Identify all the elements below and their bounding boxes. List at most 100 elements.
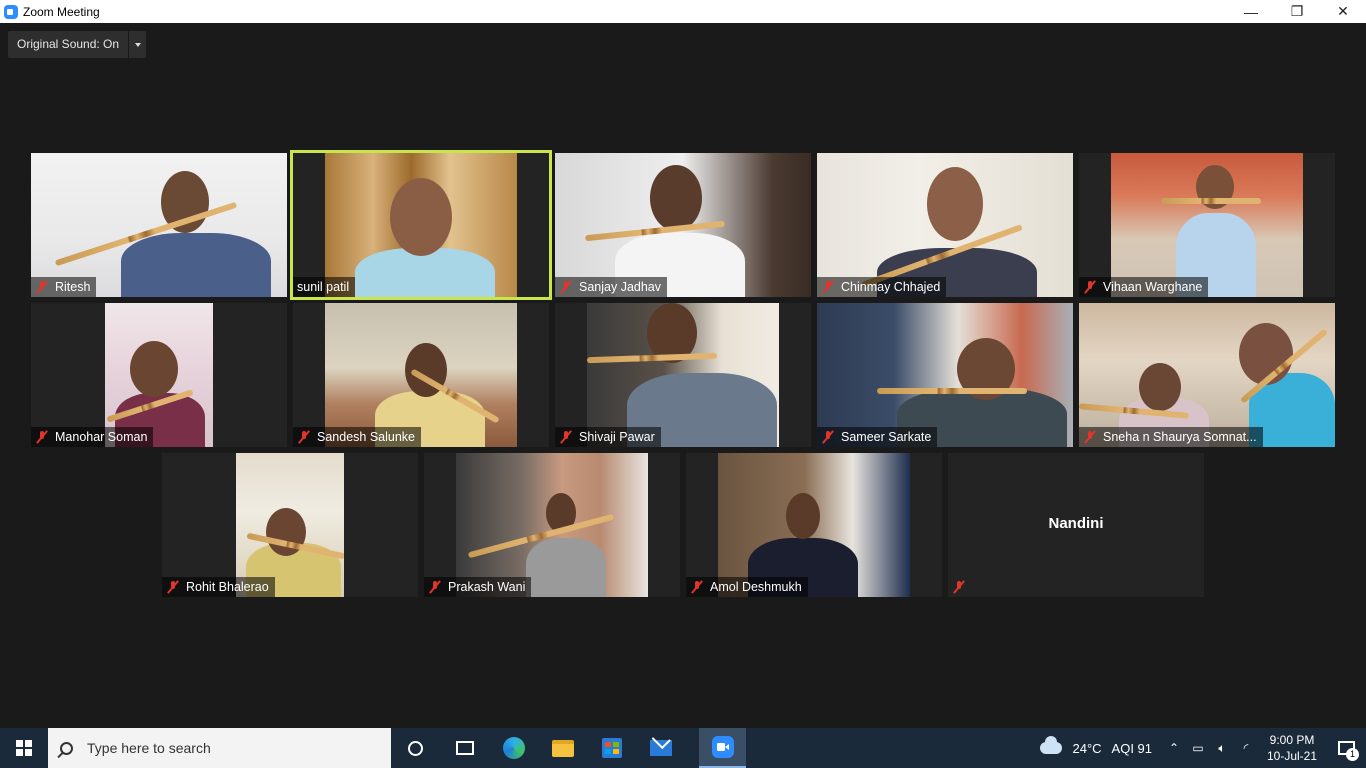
participant-name-bar: Sneha n Shaurya Somnat... [1079,427,1263,447]
clock-date: 10-Jul-21 [1266,749,1318,763]
battery-icon[interactable]: ▭ [1189,728,1207,768]
video-tile[interactable]: Amol Deshmukh [686,453,942,597]
participant-name-bar: Manohar Soman [31,427,154,447]
mic-muted-icon [1083,430,1097,444]
video-feed [31,153,287,297]
notification-button[interactable]: 1 [1326,728,1366,768]
participant-name-bar: Chinmay Chhajed [817,277,947,297]
clock-time: 9:00 PM [1269,733,1315,747]
original-sound-control: Original Sound: On [8,31,147,58]
video-tile[interactable]: Shivaji Pawar [555,303,811,447]
video-tile[interactable]: Manohar Soman [31,303,287,447]
weather-temperature[interactable]: 24°C [1072,741,1101,756]
video-feed [105,303,213,447]
task-view-button[interactable] [440,728,489,768]
participant-name: Rohit Bhalerao [186,580,269,594]
participant-name: Shivaji Pawar [579,430,655,444]
video-tile[interactable]: Vihaan Warghane [1079,153,1335,297]
original-sound-toggle[interactable]: Original Sound: On [8,31,128,58]
store-icon [601,738,622,758]
video-feed [817,303,1073,447]
video-feed [236,453,344,597]
video-tile[interactable]: Sneha n Shaurya Somnat... [1079,303,1335,447]
wifi-icon[interactable]: ◜ [1237,728,1255,768]
mail-icon [649,740,672,756]
video-tile-camera-off[interactable]: Nandini [948,453,1204,597]
participant-name: Sneha n Shaurya Somnat... [1103,430,1257,444]
mic-muted-icon [821,280,835,294]
mic-muted-icon [166,580,180,594]
participant-name: Manohar Soman [55,430,148,444]
participant-name: Vihaan Warghane [1103,280,1203,294]
video-tile[interactable]: Rohit Bhalerao [162,453,418,597]
close-button[interactable]: ✕ [1320,0,1366,23]
mic-muted-icon [297,430,311,444]
participant-name: Chinmay Chhajed [841,280,941,294]
zoom-icon [711,736,734,758]
edge-button[interactable] [489,728,538,768]
windows-logo-icon [16,740,32,756]
video-tile[interactable]: Ritesh [31,153,287,297]
participant-name-bar: Sandesh Salunke [293,427,421,447]
participant-name-bar: Ritesh [31,277,97,297]
mic-muted-icon [821,430,835,444]
cortana-icon [408,740,423,756]
store-button[interactable] [587,728,636,768]
mic-muted-icon [952,580,966,594]
maximize-button[interactable]: ❐ [1274,0,1320,23]
mail-button[interactable] [636,728,685,768]
notification-count-badge: 1 [1346,748,1359,761]
mic-muted-icon [35,280,49,294]
folder-icon [551,739,574,757]
video-feed [1111,153,1303,297]
original-sound-dropdown[interactable] [128,31,146,58]
task-view-icon [455,741,474,755]
video-tile-active-speaker[interactable]: sunil patil [290,150,552,300]
cortana-button[interactable] [391,728,440,768]
mic-muted-icon [1083,280,1097,294]
window-controls: — ❐ ✕ [1228,0,1366,23]
taskbar-search[interactable]: Type here to search [48,728,391,768]
video-feed [456,453,648,597]
video-feed [718,453,910,597]
meeting-area: Original Sound: On Ritesh sunil patil Sa… [0,23,1366,728]
file-explorer-button[interactable] [538,728,587,768]
search-icon [60,741,73,755]
video-feed [817,153,1073,297]
video-tile[interactable]: Chinmay Chhajed [817,153,1073,297]
system-tray: 24°C AQI 91 ⌃ ▭ 🔈︎ ◜ 9:00 PM 10-Jul-21 1 [1040,728,1366,768]
participant-name: sunil patil [297,280,350,294]
video-tile[interactable]: Sanjay Jadhav [555,153,811,297]
mic-muted-icon [559,280,573,294]
chevron-up-icon[interactable]: ⌃ [1165,728,1183,768]
start-button[interactable] [0,728,48,768]
window-title: Zoom Meeting [23,4,100,19]
participant-name: Ritesh [55,280,91,294]
zoom-taskbar-button[interactable] [699,728,746,768]
participant-name: Prakash Wani [448,580,526,594]
participant-name-bar [948,577,978,597]
participant-name-bar: Amol Deshmukh [686,577,808,597]
title-bar: Zoom Meeting — ❐ ✕ [0,0,1366,23]
participant-name: Sandesh Salunke [317,430,415,444]
video-feed [325,303,517,447]
mic-muted-icon [428,580,442,594]
weather-aqi[interactable]: AQI 91 [1112,741,1152,756]
weather-cloud-icon[interactable] [1040,736,1063,754]
video-feed [325,153,517,297]
participant-name-bar: Shivaji Pawar [555,427,661,447]
video-tile[interactable]: Prakash Wani [424,453,680,597]
mic-muted-icon [35,430,49,444]
video-tile[interactable]: Sandesh Salunke [293,303,549,447]
video-tile[interactable]: Sameer Sarkate [817,303,1073,447]
participant-name-bar: Prakash Wani [424,577,532,597]
video-feed [555,153,811,297]
clock[interactable]: 9:00 PM 10-Jul-21 [1258,732,1326,764]
participant-name: Amol Deshmukh [710,580,802,594]
participant-name-bar: sunil patil [293,277,356,297]
participant-name: Sanjay Jadhav [579,280,662,294]
participant-name-bar: Vihaan Warghane [1079,277,1209,297]
zoom-app-icon [4,4,18,19]
volume-icon[interactable]: 🔈︎ [1213,728,1231,768]
minimize-button[interactable]: — [1228,0,1274,23]
